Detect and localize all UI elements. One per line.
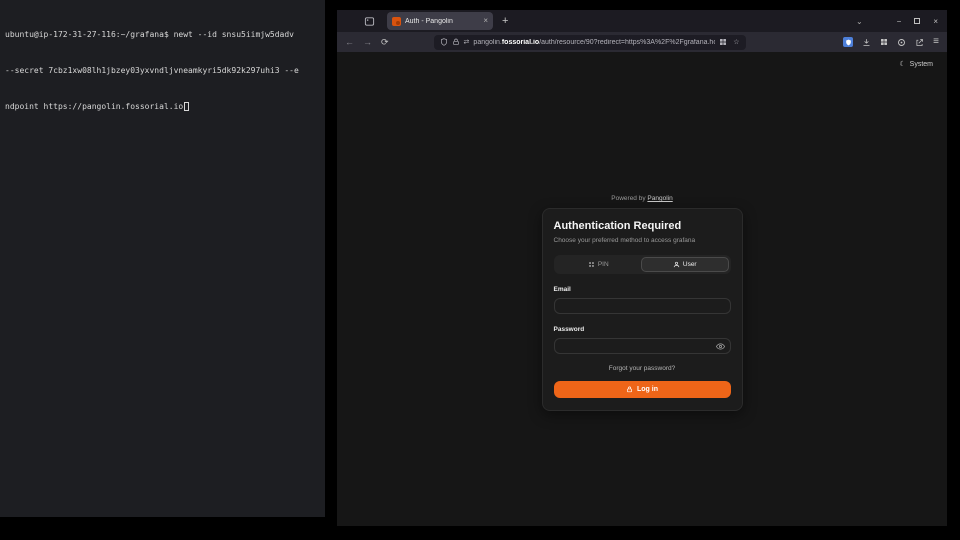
bookmark-star-icon[interactable]: ☆ [733,38,739,46]
tab-pin[interactable]: PIN [556,257,642,272]
menu-hamburger-icon[interactable]: ≡ [933,37,939,47]
moon-icon: ☾ [899,60,905,68]
tab-bar: Auth - Pangolin × + ⌄ − × [337,10,947,32]
pin-keypad-icon [588,261,595,268]
list-tabs-chevron-icon[interactable]: ⌄ [856,17,863,26]
window-close-button[interactable]: × [933,17,938,26]
pangolin-link[interactable]: Pangolin [647,195,672,202]
tracking-protection-shield-icon[interactable] [440,38,448,46]
auth-card: Authentication Required Choose your pref… [542,208,743,411]
shortcuts-grid-icon[interactable] [719,38,727,46]
forgot-password-link[interactable]: Forgot your password? [554,365,731,372]
terminal-line: ubuntu@ip-172-31-27-116:~/grafana$ newt … [5,29,320,41]
https-lock-icon[interactable] [452,38,460,46]
email-field[interactable] [554,298,731,314]
terminal-line: --secret 7cbz1xw08lh1jbzey03yxvndljvneam… [5,65,320,77]
extensions-icon[interactable] [880,38,888,46]
pangolin-favicon-icon [392,17,401,26]
new-tab-button[interactable]: + [502,16,508,27]
login-button[interactable]: Log in [554,381,731,398]
url-bar[interactable]: ⇄ pangolin.fossorial.io/auth/resource/90… [434,35,746,50]
login-lock-icon [626,386,633,393]
login-button-label: Log in [637,386,658,393]
tab-close-icon[interactable]: × [483,17,488,25]
tab-user-label: User [683,261,697,268]
url-text: pangolin.fossorial.io/auth/resource/90?r… [473,39,715,46]
password-label: Password [554,326,731,333]
show-password-eye-icon[interactable] [716,342,725,351]
window-controls: − × [897,17,938,26]
card-title: Authentication Required [554,220,731,232]
theme-toggle-label: System [910,61,933,68]
password-field[interactable] [554,338,731,354]
browser-window: Auth - Pangolin × + ⌄ − × ← → ⟳ [337,10,947,526]
email-label: Email [554,286,731,293]
firefox-view-icon[interactable] [363,15,375,27]
auth-page: ☾ System Powered by Pangolin Authenticat… [337,52,947,526]
auth-content: Powered by Pangolin Authentication Requi… [337,195,947,411]
powered-by: Powered by Pangolin [611,195,672,202]
terminal-cursor [184,102,189,111]
account-icon[interactable] [897,38,906,47]
tab-user[interactable]: User [641,257,729,272]
extension-badge-icon[interactable] [843,37,853,47]
tab-auth-pangolin[interactable]: Auth - Pangolin × [387,12,493,30]
back-icon[interactable]: ← [345,38,354,47]
tab-pin-label: PIN [598,261,609,268]
terminal-window[interactable]: ubuntu@ip-172-31-27-116:~/grafana$ newt … [0,0,325,517]
user-icon [673,261,680,268]
minimize-button[interactable]: − [897,17,902,26]
browser-toolbar: ← → ⟳ ⇄ pangolin.fossorial.io/auth/resou… [337,32,947,52]
switch-icon[interactable]: ⇄ [464,38,470,46]
terminal-line: ndpoint https://pangolin.fossorial.io [5,101,320,113]
toolbar-actions: ≡ [843,37,939,47]
reload-icon[interactable]: ⟳ [381,38,389,47]
forward-icon[interactable]: → [363,38,372,47]
share-icon[interactable] [915,38,924,47]
tab-title: Auth - Pangolin [405,18,479,25]
downloads-icon[interactable] [862,38,871,47]
card-subtitle: Choose your preferred method to access g… [554,237,731,244]
auth-method-tabs: PIN User [554,255,731,274]
maximize-button[interactable] [914,18,920,24]
theme-toggle[interactable]: ☾ System [899,60,933,68]
